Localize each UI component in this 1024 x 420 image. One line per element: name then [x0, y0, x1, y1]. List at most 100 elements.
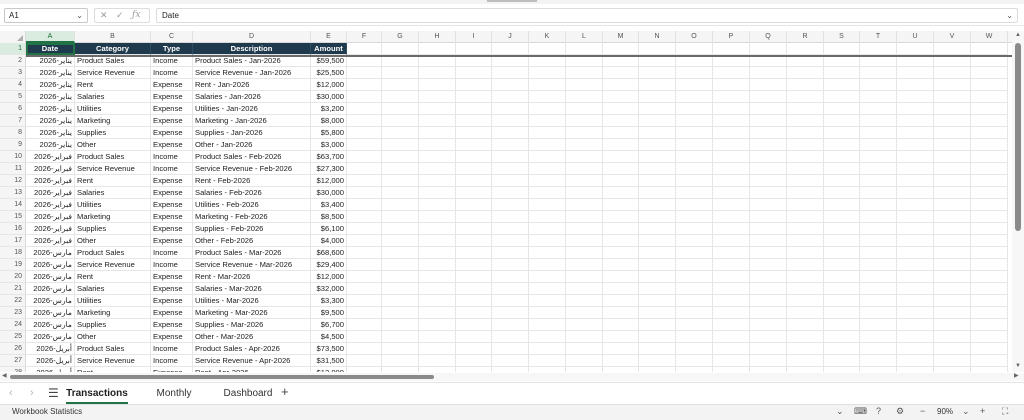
empty-cell[interactable]	[787, 211, 824, 223]
empty-cell[interactable]	[897, 163, 934, 175]
fullscreen-icon[interactable]: ⛶	[1002, 406, 1008, 417]
empty-cell[interactable]	[529, 355, 566, 367]
empty-cell[interactable]	[639, 175, 676, 187]
column-header-g[interactable]: G	[382, 31, 419, 43]
empty-cell[interactable]	[382, 295, 419, 307]
empty-cell[interactable]	[934, 127, 971, 139]
row-number[interactable]: 8	[0, 127, 26, 139]
table-cell[interactable]: فبراير-2026	[26, 187, 75, 199]
empty-cell[interactable]	[713, 187, 750, 199]
table-cell[interactable]: Service Revenue - Feb-2026	[193, 163, 311, 175]
empty-cell[interactable]	[934, 139, 971, 151]
header-cell[interactable]: Category	[75, 43, 151, 55]
table-cell[interactable]: $63,700	[311, 151, 347, 163]
empty-cell[interactable]	[897, 211, 934, 223]
empty-cell[interactable]	[787, 367, 824, 372]
empty-cell[interactable]	[347, 283, 382, 295]
empty-cell[interactable]	[382, 199, 419, 211]
empty-cell[interactable]	[787, 343, 824, 355]
empty-cell[interactable]	[419, 271, 456, 283]
empty-cell[interactable]	[492, 223, 529, 235]
empty-cell[interactable]	[971, 259, 1008, 271]
row-number[interactable]: 11	[0, 163, 26, 175]
empty-cell[interactable]	[824, 307, 860, 319]
empty-cell[interactable]	[419, 283, 456, 295]
empty-cell[interactable]	[860, 283, 897, 295]
empty-cell[interactable]	[750, 307, 787, 319]
empty-cell[interactable]	[750, 235, 787, 247]
empty-cell[interactable]	[971, 127, 1008, 139]
empty-cell[interactable]	[603, 247, 639, 259]
table-cell[interactable]: Supplies - Jan-2026	[193, 127, 311, 139]
table-cell[interactable]: $30,000	[311, 91, 347, 103]
empty-cell[interactable]	[750, 139, 787, 151]
row-number[interactable]: 12	[0, 175, 26, 187]
empty-cell[interactable]	[860, 223, 897, 235]
empty-cell[interactable]	[860, 91, 897, 103]
empty-cell[interactable]	[971, 307, 1008, 319]
empty-cell[interactable]	[419, 115, 456, 127]
empty-cell[interactable]	[566, 367, 603, 372]
empty-cell[interactable]	[676, 103, 713, 115]
table-cell[interactable]: $27,300	[311, 163, 347, 175]
empty-cell[interactable]	[750, 283, 787, 295]
empty-cell[interactable]	[713, 283, 750, 295]
table-cell[interactable]: $73,500	[311, 343, 347, 355]
column-header-h[interactable]: H	[419, 31, 456, 43]
empty-cell[interactable]	[603, 259, 639, 271]
empty-cell[interactable]	[787, 79, 824, 91]
table-cell[interactable]: Service Revenue	[75, 163, 151, 175]
empty-cell[interactable]	[566, 103, 603, 115]
table-cell[interactable]: أبريل-2026	[26, 343, 75, 355]
empty-cell[interactable]	[750, 163, 787, 175]
table-cell[interactable]: Utilities	[75, 295, 151, 307]
empty-cell[interactable]	[897, 79, 934, 91]
row-number[interactable]: 6	[0, 103, 26, 115]
empty-cell[interactable]	[456, 211, 492, 223]
table-cell[interactable]: $3,400	[311, 199, 347, 211]
table-cell[interactable]: Marketing	[75, 307, 151, 319]
empty-cell[interactable]	[603, 283, 639, 295]
empty-cell[interactable]	[566, 295, 603, 307]
table-cell[interactable]: Rent	[75, 175, 151, 187]
empty-cell[interactable]	[934, 331, 971, 343]
empty-cell[interactable]	[860, 139, 897, 151]
empty-cell[interactable]	[419, 199, 456, 211]
empty-cell[interactable]	[897, 103, 934, 115]
accessibility-icon[interactable]: ⚙	[896, 406, 904, 417]
empty-cell[interactable]	[566, 343, 603, 355]
empty-cell[interactable]	[897, 151, 934, 163]
empty-cell[interactable]	[676, 259, 713, 271]
empty-cell[interactable]	[603, 223, 639, 235]
empty-cell[interactable]	[382, 343, 419, 355]
empty-cell[interactable]	[639, 199, 676, 211]
empty-cell[interactable]	[713, 103, 750, 115]
insert-function-icon[interactable]: ƒx	[132, 9, 140, 22]
table-cell[interactable]: $29,400	[311, 259, 347, 271]
empty-cell[interactable]	[713, 211, 750, 223]
empty-cell[interactable]	[676, 211, 713, 223]
table-cell[interactable]: Supplies - Mar-2026	[193, 319, 311, 331]
table-cell[interactable]: $12,000	[311, 271, 347, 283]
empty-cell[interactable]	[897, 295, 934, 307]
empty-cell[interactable]	[713, 199, 750, 211]
empty-cell[interactable]	[566, 115, 603, 127]
empty-cell[interactable]	[382, 115, 419, 127]
empty-cell[interactable]	[934, 199, 971, 211]
empty-cell[interactable]	[971, 283, 1008, 295]
empty-cell[interactable]	[787, 283, 824, 295]
table-cell[interactable]: $6,700	[311, 319, 347, 331]
empty-cell[interactable]	[676, 307, 713, 319]
empty-cell[interactable]	[824, 91, 860, 103]
empty-cell[interactable]	[860, 67, 897, 79]
empty-cell[interactable]	[750, 211, 787, 223]
empty-cell[interactable]	[713, 295, 750, 307]
empty-cell[interactable]	[382, 283, 419, 295]
empty-cell[interactable]	[897, 319, 934, 331]
table-cell[interactable]: Other	[75, 235, 151, 247]
empty-cell[interactable]	[971, 235, 1008, 247]
empty-cell[interactable]	[492, 43, 529, 55]
empty-cell[interactable]	[897, 283, 934, 295]
column-header-u[interactable]: U	[897, 31, 934, 43]
empty-cell[interactable]	[824, 367, 860, 372]
